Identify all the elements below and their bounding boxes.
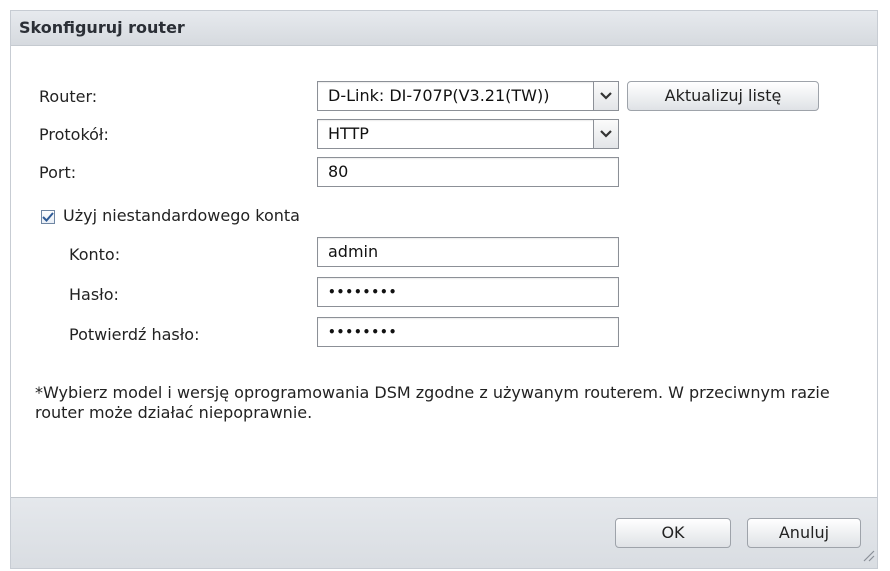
protocol-select-value: HTTP: [328, 124, 369, 143]
check-icon: [42, 212, 54, 222]
protocol-label: Protokół:: [39, 125, 109, 144]
protocol-select[interactable]: HTTP: [317, 119, 619, 149]
chevron-down-icon[interactable]: [593, 82, 618, 110]
port-input[interactable]: 80: [317, 157, 619, 187]
custom-account-label[interactable]: Użyj niestandardowego konta: [63, 206, 300, 225]
ok-button[interactable]: OK: [615, 518, 731, 548]
cancel-button[interactable]: Anuluj: [747, 518, 861, 548]
dialog-footer: OK Anuluj: [11, 497, 877, 568]
custom-account-checkbox[interactable]: [41, 210, 55, 224]
chevron-down-icon[interactable]: [593, 120, 618, 148]
confirm-password-label: Potwierdź hasło:: [69, 325, 200, 344]
account-input[interactable]: admin: [317, 237, 619, 267]
dialog-titlebar: Skonfiguruj router: [11, 11, 877, 46]
account-label: Konto:: [69, 245, 121, 264]
configure-router-dialog: Skonfiguruj router Router: D-Link: DI-70…: [10, 10, 878, 569]
compatibility-note: *Wybierz model i wersję oprogramowania D…: [35, 383, 830, 422]
password-label: Hasło:: [69, 285, 119, 304]
resize-grip-icon[interactable]: [861, 547, 875, 566]
port-label: Port:: [39, 163, 77, 182]
confirm-password-input[interactable]: ••••••••: [317, 317, 619, 347]
router-select[interactable]: D-Link: DI-707P(V3.21(TW)): [317, 81, 619, 111]
password-input[interactable]: ••••••••: [317, 277, 619, 307]
router-label: Router:: [39, 87, 98, 106]
update-list-button[interactable]: Aktualizuj listę: [627, 81, 819, 111]
router-select-value: D-Link: DI-707P(V3.21(TW)): [328, 86, 550, 105]
dialog-title: Skonfiguruj router: [19, 18, 185, 37]
